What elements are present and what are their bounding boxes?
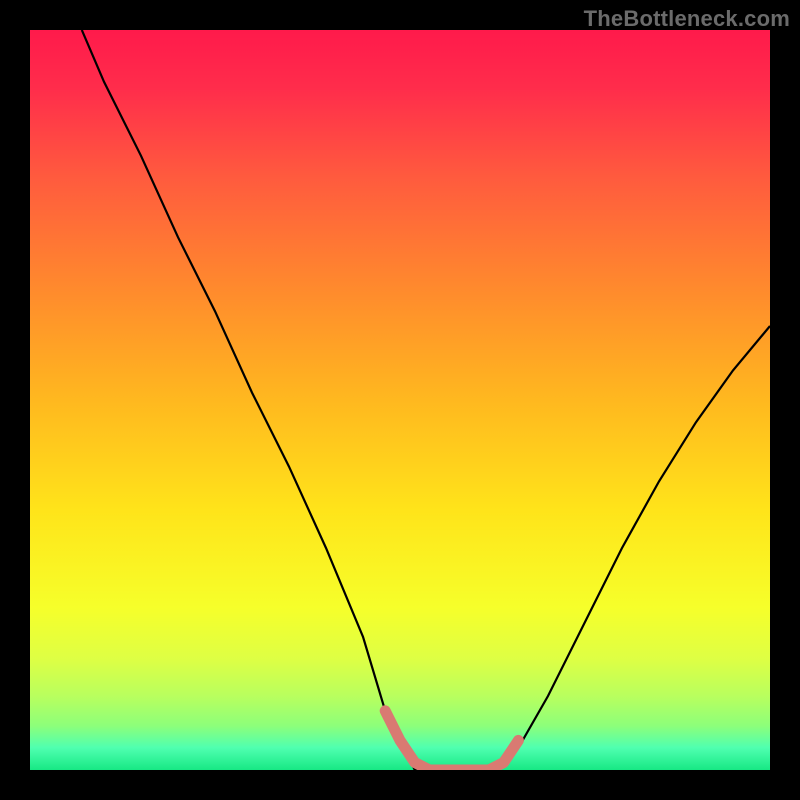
- bottleneck-curve: [82, 30, 770, 770]
- bottom-highlight: [385, 711, 518, 770]
- watermark-text: TheBottleneck.com: [584, 6, 790, 32]
- chart-frame: TheBottleneck.com: [0, 0, 800, 800]
- plot-area: [30, 30, 770, 770]
- chart-curves: [30, 30, 770, 770]
